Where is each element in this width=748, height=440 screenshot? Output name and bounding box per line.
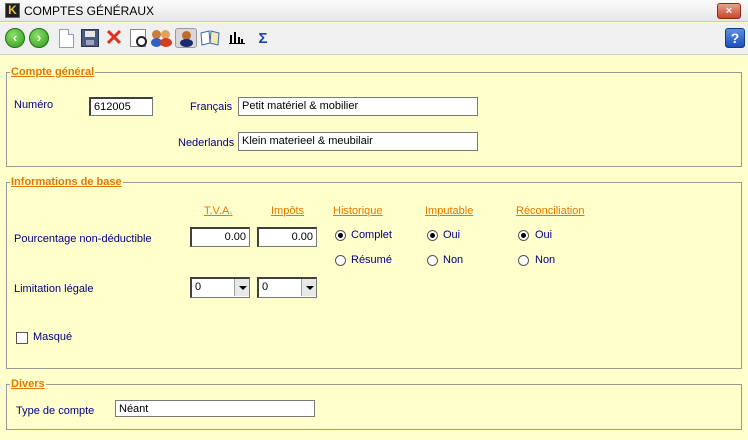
reconciliation-non-radio[interactable] [518, 255, 529, 266]
tva-percentage-input[interactable]: 0.00 [190, 227, 250, 247]
limitation-impots-value: 0 [262, 281, 269, 293]
imputable-column-header: Imputable [425, 205, 474, 217]
reconciliation-non-label: Non [535, 254, 556, 266]
user-icon [175, 28, 197, 48]
new-document-icon [58, 28, 74, 48]
impots-column-header: Impôts [271, 205, 305, 217]
francais-input[interactable]: Petit matériel & mobilier [238, 97, 478, 116]
book-button[interactable] [199, 27, 221, 49]
preview-button[interactable] [127, 27, 149, 49]
book-icon [200, 30, 220, 46]
toolbar: ‹ › ✕ Σ ? [0, 23, 748, 55]
masque-label: Masqué [33, 331, 73, 343]
back-button[interactable]: ‹ [4, 27, 26, 49]
tva-column-header: T.V.A. [204, 205, 233, 217]
compte-general-legend: Compte général [11, 66, 95, 78]
title-bar: K COMPTES GÉNÉRAUX × [0, 0, 748, 22]
reconciliation-column-header: Réconciliation [516, 205, 585, 217]
imputable-oui-radio[interactable] [427, 230, 438, 241]
imputable-oui-label: Oui [443, 229, 461, 241]
masque-checkbox[interactable] [16, 332, 28, 344]
chart-button[interactable] [226, 27, 248, 49]
informations-legend: Informations de base [11, 176, 122, 188]
save-icon [81, 29, 99, 47]
forward-icon: › [29, 28, 49, 48]
type-compte-label: Type de compte [16, 405, 95, 417]
reconciliation-oui-label: Oui [535, 229, 553, 241]
divers-legend: Divers [11, 378, 45, 390]
new-document-button[interactable] [55, 27, 77, 49]
back-icon: ‹ [5, 28, 25, 48]
limitation-label: Limitation légale [14, 283, 94, 295]
historique-resume-label: Résumé [351, 254, 392, 266]
numero-input[interactable]: 612005 [89, 97, 153, 116]
historique-complet-radio[interactable] [335, 230, 346, 241]
close-button[interactable]: × [717, 3, 741, 19]
forward-button[interactable]: › [28, 27, 50, 49]
save-button[interactable] [79, 27, 101, 49]
preview-icon [130, 29, 147, 47]
nederlands-label: Nederlands [178, 137, 235, 149]
impots-percentage-input[interactable]: 0.00 [257, 227, 317, 247]
reconciliation-oui-radio[interactable] [518, 230, 529, 241]
users-icon [151, 28, 173, 48]
sum-button[interactable]: Σ [252, 27, 274, 49]
limitation-tva-select[interactable]: 0 [190, 277, 250, 298]
help-button[interactable]: ? [724, 27, 746, 49]
delete-icon: ✕ [104, 25, 124, 50]
historique-complet-label: Complet [351, 229, 392, 241]
app-logo: K [5, 3, 20, 18]
users-button[interactable] [151, 27, 173, 49]
historique-column-header: Historique [333, 205, 383, 217]
chevron-down-icon[interactable] [301, 279, 316, 296]
chart-icon [229, 32, 245, 44]
numero-label: Numéro [14, 99, 54, 111]
historique-resume-radio[interactable] [335, 255, 346, 266]
help-icon: ? [725, 28, 745, 48]
pourcentage-label: Pourcentage non-déductible [14, 233, 152, 245]
window-title: COMPTES GÉNÉRAUX [24, 4, 155, 18]
user-button[interactable] [175, 27, 197, 49]
compte-general-group: Compte général [6, 66, 742, 167]
imputable-non-radio[interactable] [427, 255, 438, 266]
type-compte-input[interactable]: Néant [115, 400, 315, 417]
delete-button[interactable]: ✕ [103, 27, 125, 49]
chevron-down-icon[interactable] [234, 279, 249, 296]
limitation-tva-value: 0 [195, 281, 202, 293]
limitation-impots-select[interactable]: 0 [257, 277, 317, 298]
imputable-non-label: Non [443, 254, 464, 266]
nederlands-input[interactable]: Klein materieel & meubilair [238, 132, 478, 151]
sum-icon: Σ [258, 29, 268, 47]
francais-label: Français [190, 101, 233, 113]
